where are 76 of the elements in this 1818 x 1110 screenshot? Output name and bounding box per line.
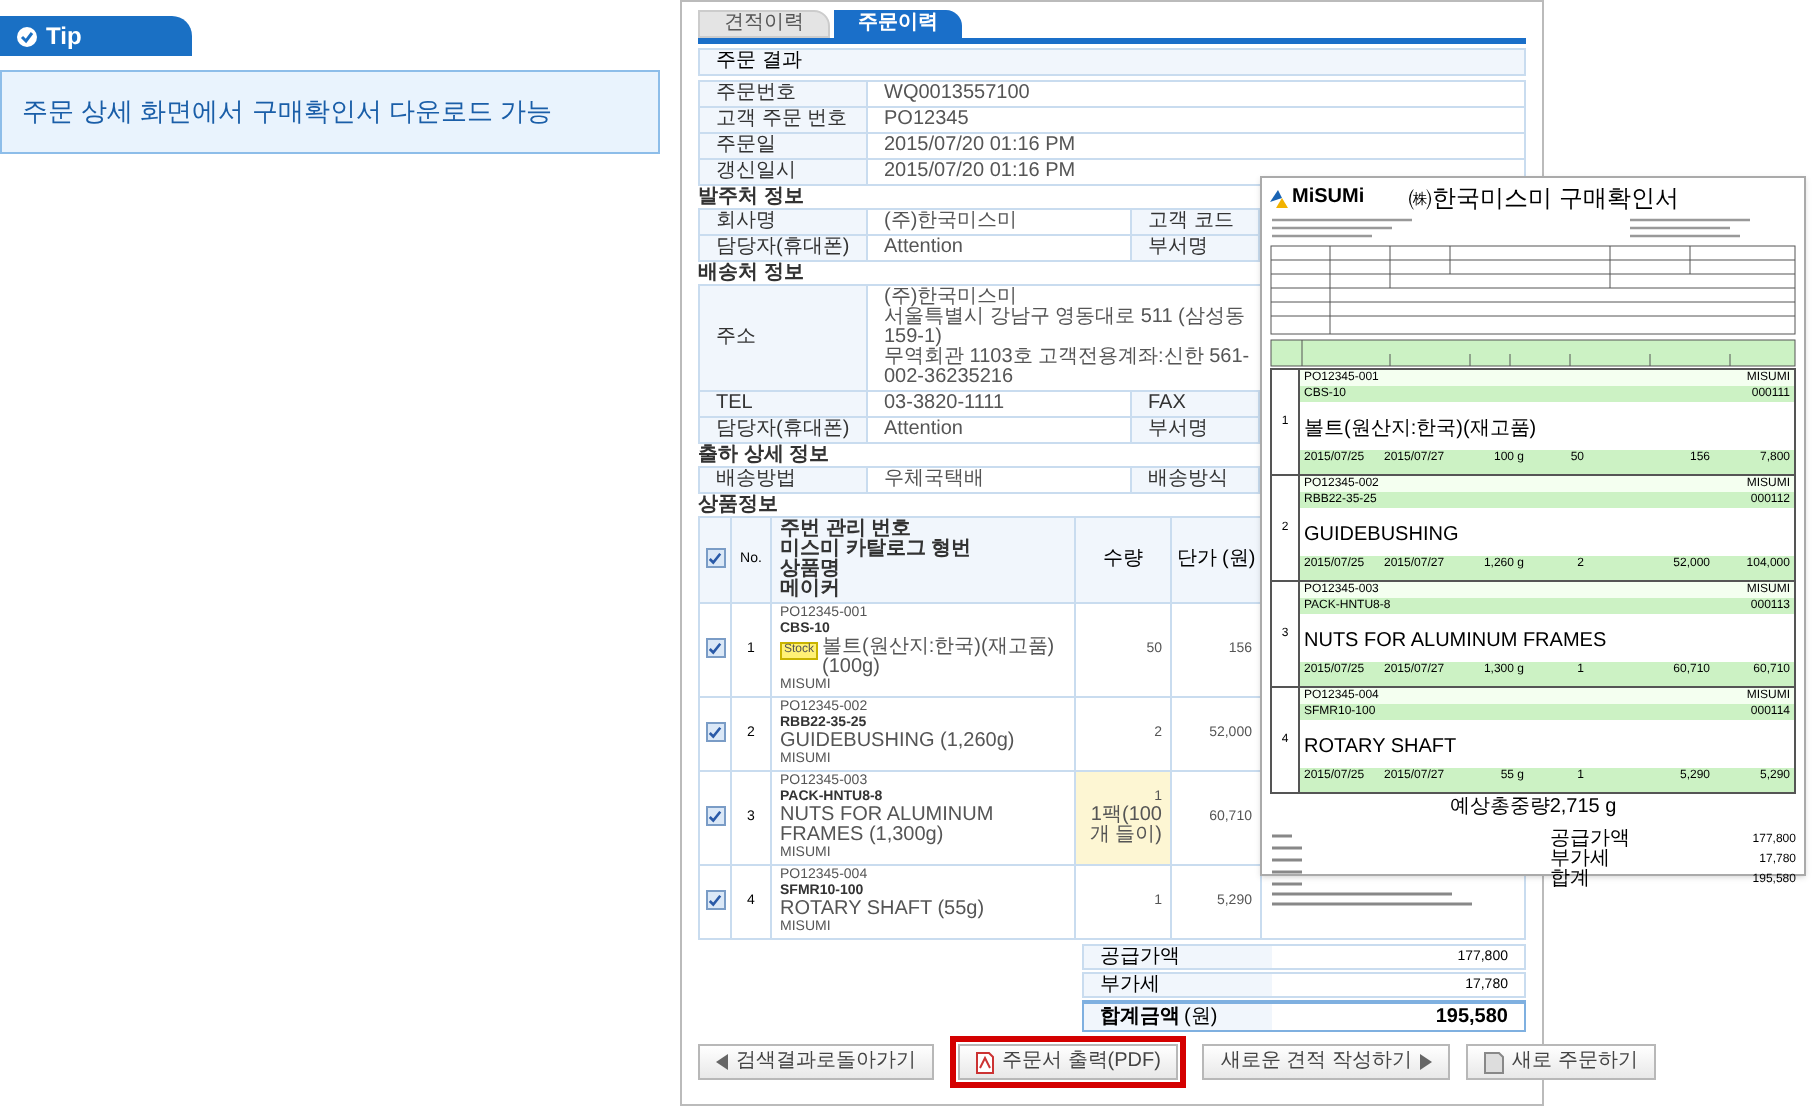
back-button[interactable]: 검색결과로돌아가기 — [698, 1044, 934, 1080]
field-label: 회사명 — [716, 210, 776, 232]
total-label: 부가세 — [1550, 850, 1610, 870]
checkbox[interactable] — [705, 722, 725, 743]
field-label: 배송방식 — [1148, 468, 1228, 490]
next-button[interactable]: 새로운 견적 작성하기 — [1202, 1044, 1451, 1080]
field-value: WQ0013557100 — [884, 82, 1030, 104]
field-value: PO12345 — [884, 108, 969, 130]
logo-icon — [1270, 189, 1288, 207]
section-title: 상품정보 — [698, 496, 778, 516]
pdf-button[interactable]: 주문서 출력(PDF) — [958, 1044, 1179, 1080]
field-label: 주문번호 — [716, 82, 796, 104]
check-circle-icon — [16, 25, 38, 47]
field-value: 2015/07/20 01:16 PM — [884, 134, 1076, 156]
checkbox[interactable] — [705, 638, 725, 659]
total-weight: 예상총중량2,715 g — [1449, 798, 1617, 818]
summary-label: 합계금액 — [1100, 1007, 1180, 1027]
check-icon — [708, 725, 722, 740]
product-name: 볼트(원산지:한국)(재고품) — [1304, 418, 1537, 440]
total-label: 공급가액 — [1550, 830, 1630, 850]
summary-unit: (원) — [1184, 1007, 1218, 1027]
field-label: 부서명 — [1148, 236, 1208, 258]
tip-text: 주문 상세 화면에서 구매확인서 다운로드 가능 — [22, 94, 553, 131]
address-value: (주)한국미스미 서울특별시 강남구 영동대로 511 (삼성동159-1) 무역회관 1103호 고객전용계좌:신한 561-002-36235216 — [884, 288, 1252, 388]
field-label: 고객 코드 — [1148, 210, 1234, 232]
field-value: (주)한국미스미 — [884, 210, 1018, 232]
check-icon — [708, 893, 722, 908]
field-label: 담당자(휴대폰) — [716, 418, 850, 440]
order-button[interactable]: 새로 주문하기 — [1466, 1044, 1656, 1080]
result-title: 주문 결과 — [716, 52, 802, 72]
product-name: ROTARY SHAFT (55g) — [780, 900, 985, 920]
document-title: ㈱한국미스미 구매확인서 — [1408, 184, 1679, 212]
product-name: GUIDEBUSHING — [1304, 524, 1459, 546]
column-header: 수량 — [1103, 548, 1143, 570]
product-name: GUIDEBUSHING (1,260g) — [780, 732, 1015, 752]
checkbox[interactable] — [705, 806, 725, 827]
summary-label: 공급가액 — [1100, 947, 1180, 967]
company-logo: MiSUMi — [1292, 188, 1365, 208]
total-label: 합계 — [1550, 870, 1590, 890]
column-header: 주번 관리 번호 미스미 카탈로그 형번 상품명 메이커 — [780, 520, 974, 600]
field-label: TEL — [716, 392, 753, 414]
check-icon — [708, 641, 722, 656]
caret-left-icon — [716, 1054, 728, 1070]
product-name: 볼트(원산지:한국)(재고품) (100g) — [822, 638, 1057, 678]
caret-right-icon — [1420, 1054, 1433, 1070]
check-icon — [708, 551, 722, 566]
field-label: 배송방법 — [716, 468, 796, 490]
product-name: NUTS FOR ALUMINUM FRAMES — [1304, 630, 1607, 652]
field-label: 갱신일시 — [716, 160, 796, 182]
field-label: 주소 — [716, 326, 756, 348]
section-title: 배송처 정보 — [698, 264, 804, 284]
document-icon — [1484, 1051, 1505, 1073]
field-label: 고객 주문 번호 — [716, 108, 848, 130]
tip-badge: Tip — [0, 16, 192, 56]
section-title: 출하 상세 정보 — [698, 446, 830, 466]
tab[interactable]: 견적이력 — [698, 10, 830, 38]
check-icon — [708, 809, 722, 824]
field-value: 03-3820-1111 — [884, 392, 1005, 414]
checkbox[interactable] — [705, 890, 725, 911]
field-value: Attention — [884, 236, 963, 258]
summary-label: 부가세 — [1100, 975, 1160, 995]
field-label: FAX — [1148, 392, 1186, 414]
checkbox[interactable] — [705, 548, 725, 569]
summary-value: 195,580 — [1435, 1004, 1508, 1030]
pdf-file-icon — [976, 1051, 994, 1073]
field-label: 담당자(휴대폰) — [716, 236, 850, 258]
field-label: 주문일 — [716, 134, 776, 156]
column-header: 단가 (원) — [1176, 548, 1256, 570]
field-label: 부서명 — [1148, 418, 1208, 440]
field-value: 우체국택배 — [884, 468, 984, 490]
field-value: Attention — [884, 418, 963, 440]
section-title: 발주처 정보 — [698, 188, 804, 208]
product-name: ROTARY SHAFT — [1304, 736, 1457, 758]
tab[interactable]: 주문이력 — [834, 10, 962, 38]
field-value: 2015/07/20 01:16 PM — [884, 160, 1076, 182]
product-name: NUTS FOR ALUMINUM FRAMES (1,300g) — [780, 806, 996, 846]
